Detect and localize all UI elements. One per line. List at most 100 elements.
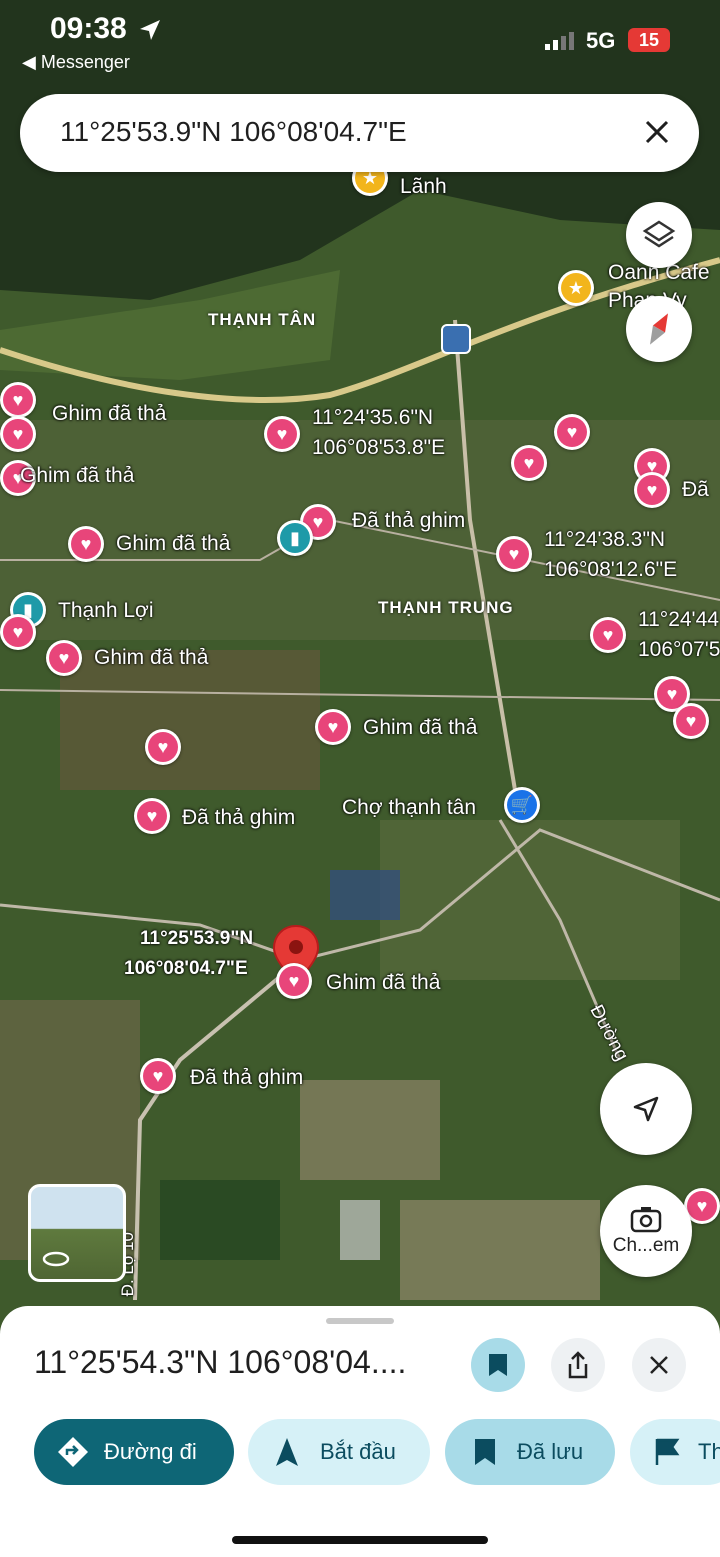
selected-coord-label: 11°25'53.9"N <box>140 928 254 949</box>
heart-icon: ♥ <box>49 643 79 673</box>
compass-button[interactable] <box>626 296 692 362</box>
compass-icon <box>650 313 668 345</box>
heart-icon: ♥ <box>514 448 544 478</box>
heart-icon: ♥ <box>3 419 33 449</box>
saved-pin[interactable]: ♥ <box>0 416 36 452</box>
saved-pin[interactable]: ♥ <box>276 963 312 999</box>
heart-icon: ♥ <box>3 385 33 415</box>
pin-label: 106°08'12.6"E <box>544 558 678 581</box>
home-indicator[interactable] <box>232 1536 488 1544</box>
heart-icon: ♥ <box>71 529 101 559</box>
heart-icon: ♥ <box>279 966 309 996</box>
saved-button[interactable]: Đã lưu <box>445 1419 615 1485</box>
saved-pin[interactable]: ♥ <box>0 382 36 418</box>
location-arrow-icon <box>140 20 160 40</box>
pin-label: Ghim đã thả <box>116 532 231 555</box>
layers-button[interactable] <box>626 202 692 268</box>
camera-icon <box>630 1207 662 1233</box>
back-to-app[interactable]: ◀ Messenger <box>22 52 130 73</box>
bookmark-icon <box>489 1354 507 1376</box>
area-label-thanh-trung: THẠNH TRUNG <box>378 598 514 617</box>
my-location-button[interactable] <box>600 1063 692 1155</box>
camera-search-button[interactable]: Ch...em <box>600 1185 692 1277</box>
heart-icon: ♥ <box>637 475 667 505</box>
more-action-button[interactable]: Th <box>630 1419 720 1485</box>
pin-label: Ghim đã thả <box>363 716 478 739</box>
pin-label: Ghim đã thả <box>326 971 441 994</box>
back-app-label: Messenger <box>40 52 130 72</box>
saved-pin[interactable]: ♥ <box>46 640 82 676</box>
saved-pin[interactable]: ♥ <box>554 414 590 450</box>
heart-icon: ♥ <box>143 1061 173 1091</box>
pin-label: Đã thả ghim <box>352 509 466 532</box>
status-time: 09:38 <box>50 12 127 45</box>
directions-button[interactable]: Đường đi <box>34 1419 234 1485</box>
saved-pin[interactable]: ♥ <box>264 416 300 452</box>
star-icon: ★ <box>561 273 591 303</box>
pin-label: Ghim đã thả <box>20 464 135 487</box>
close-icon[interactable] <box>641 116 673 148</box>
place-label: Chợ thạnh tân <box>342 796 477 819</box>
area-label-thanh-tan: THẠNH TÂN <box>208 310 317 329</box>
more-action-label: Th <box>698 1439 720 1464</box>
bus-stop-icon[interactable] <box>441 324 471 354</box>
pin-label: Ghim đã thả <box>94 646 209 669</box>
heart-icon: ♥ <box>593 620 623 650</box>
heart-icon: ♥ <box>499 539 529 569</box>
drag-handle[interactable] <box>326 1318 394 1324</box>
saved-bookmark-button[interactable] <box>471 1338 525 1392</box>
saved-pin[interactable]: ♥ <box>673 703 709 739</box>
saved-pin[interactable]: ♥ <box>634 472 670 508</box>
heart-icon: ♥ <box>676 706 706 736</box>
bookmark-icon: ▮ <box>280 523 310 553</box>
selected-coord-label: 106°08'04.7"E <box>124 958 248 979</box>
battery-level: 15 <box>628 28 670 52</box>
saved-pin[interactable]: ♥ <box>0 614 36 650</box>
street-view-thumbnail[interactable] <box>28 1184 126 1282</box>
layers-icon <box>642 220 676 248</box>
pin-label: 11°24'44 <box>638 608 719 631</box>
start-button[interactable]: Bắt đầu <box>248 1419 430 1485</box>
flag-icon <box>655 1438 680 1465</box>
shop-pin[interactable]: 🛒 <box>504 787 540 823</box>
directions-label: Đường đi <box>104 1439 197 1464</box>
pin-label: Ghim đã thả <box>52 402 167 425</box>
heart-icon: ♥ <box>137 801 167 831</box>
saved-pin[interactable]: ♥ <box>145 729 181 765</box>
rotate-360-icon <box>42 1251 70 1267</box>
directions-icon <box>58 1437 88 1467</box>
saved-pin[interactable]: ♥ <box>134 798 170 834</box>
saved-pin[interactable]: ♥ <box>496 536 532 572</box>
heart-icon: ♥ <box>687 1191 717 1221</box>
saved-pin[interactable]: ♥ <box>511 445 547 481</box>
camera-label: Ch...em <box>612 1235 680 1256</box>
close-sheet-button[interactable] <box>632 1338 686 1392</box>
place-bottom-sheet[interactable]: 11°25'54.3"N 106°08'04.... Đường đi Bắt … <box>0 1306 720 1557</box>
heart-icon: ♥ <box>148 732 178 762</box>
pin-label: Đã thả ghim <box>182 806 296 829</box>
search-query[interactable]: 11°25'53.9"N 106°08'04.7"E <box>60 116 407 148</box>
share-button[interactable] <box>551 1338 605 1392</box>
saved-pin[interactable]: ♥ <box>590 617 626 653</box>
bookmark-pin[interactable]: ▮ <box>277 520 313 556</box>
pin-label: 11°24'35.6"N <box>312 406 434 429</box>
share-icon <box>568 1351 588 1379</box>
search-bar[interactable]: 11°25'53.9"N 106°08'04.7"E <box>20 94 699 172</box>
star-place-pin[interactable]: ★ <box>558 270 594 306</box>
heart-icon: ♥ <box>3 617 33 647</box>
pin-label: Đã thả ghim <box>190 1066 304 1089</box>
status-bar: 09:38 ◀ Messenger 5G 15 <box>0 0 720 80</box>
place-title: 11°25'54.3"N 106°08'04.... <box>34 1344 407 1380</box>
saved-pin[interactable]: ♥ <box>140 1058 176 1094</box>
network-type: 5G <box>586 28 616 53</box>
saved-pin[interactable]: ♥ <box>315 709 351 745</box>
cart-icon: 🛒 <box>507 790 537 820</box>
pin-label: 11°24'38.3"N <box>544 528 666 551</box>
pin-label: 106°07'5 <box>638 638 720 661</box>
start-label: Bắt đầu <box>320 1439 396 1464</box>
heart-icon: ♥ <box>267 419 297 449</box>
heart-icon: ♥ <box>318 712 348 742</box>
saved-pin[interactable]: ♥ <box>68 526 104 562</box>
pin-label: Đã <box>682 478 709 501</box>
close-icon <box>650 1356 668 1374</box>
